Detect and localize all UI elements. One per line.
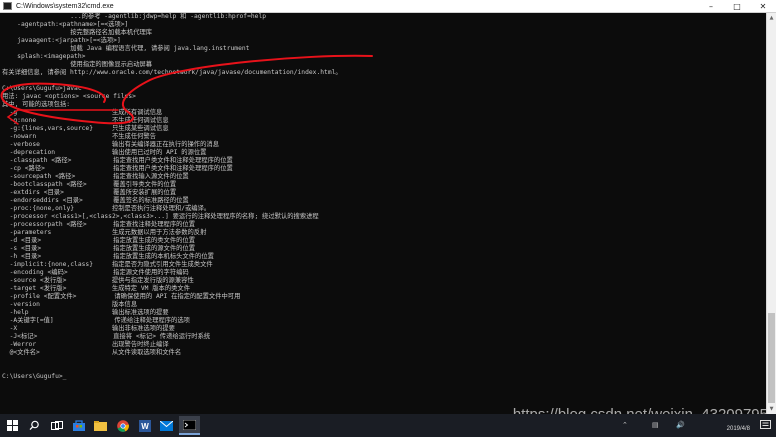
console-line: -A关键字[=值] 传递给注释处理程序的选项 <box>2 317 190 324</box>
window-title: C:\Windows\system32\cmd.exe <box>16 2 114 10</box>
taskbar: W ⌃ ▤ 🔊 2019/4/8 <box>0 414 776 437</box>
chrome-icon[interactable] <box>113 416 132 435</box>
console-line: -proc:{none,only} 控制是否执行注释处理和/或编译。 <box>2 205 211 212</box>
console-line: 按完整路径名加载本机代理库 <box>2 29 153 36</box>
console-line: -g 生成所有调试信息 <box>2 109 163 116</box>
console-line: -help 输出标准选项的提要 <box>2 309 169 316</box>
console-line: C:\Users\Gugufu>_ <box>2 373 67 380</box>
store-icon[interactable] <box>69 416 88 435</box>
close-button[interactable]: ✕ <box>750 0 776 12</box>
search-icon[interactable] <box>25 416 44 435</box>
minimize-icon: – <box>709 1 713 11</box>
maximize-button[interactable]: □ <box>724 0 750 12</box>
console-line: ...的参考 -agentlib:jdwp=help 和 -agentlib:h… <box>2 13 267 20</box>
console-line: -profile <配置文件> 请确保使用的 API 在指定的配置文件中可用 <box>2 293 241 300</box>
console-line: -agentpath:<pathname>[=<选项>] <box>2 21 129 28</box>
console-line: -sourcepath <路径> 指定查找输入源文件的位置 <box>2 173 189 180</box>
console-line: -source <发行版> 提供与指定发行版的源兼容性 <box>2 277 194 284</box>
close-icon: ✕ <box>759 1 767 11</box>
console-line: -g:{lines,vars,source} 只生成某些调试信息 <box>2 125 169 132</box>
console-line: C:\Users\Gugufu>javac <box>2 85 82 92</box>
console-line: -g:none 不生成任何调试信息 <box>2 117 169 124</box>
console-line: -cp <路径> 指定查找用户类文件和注释处理程序的位置 <box>2 165 233 172</box>
console-line: @<文件名> 从文件读取选项和文件名 <box>2 349 182 356</box>
task-view-icon[interactable] <box>47 416 66 435</box>
console-line: splash:<imagepath> <box>2 53 86 60</box>
window-titlebar[interactable]: C:\Windows\system32\cmd.exe – □ ✕ <box>0 0 776 13</box>
maximize-icon: □ <box>733 1 741 11</box>
console-line: -target <发行版> 生成特定 VM 版本的类文件 <box>2 285 191 292</box>
console-line: javaagent:<jarpath>[=<选项>] <box>2 37 121 44</box>
console-line: -classpath <路径> 指定查找用户类文件和注释处理程序的位置 <box>2 157 233 164</box>
console-line: 用法: javac <options> <source files> <box>2 93 136 100</box>
window-controls: – □ ✕ <box>698 0 776 12</box>
console-line: -extdirs <目录> 覆盖所安装扩展的位置 <box>2 189 177 196</box>
console-line: 有关详细信息, 请参阅 http://www.oracle.com/techne… <box>2 69 342 76</box>
console-line: -parameters 生成元数据以用于方法参数的反射 <box>2 229 207 236</box>
console-line: -h <目录> 指定放置生成的本机标头文件的位置 <box>2 253 214 260</box>
action-center-icon[interactable] <box>760 416 774 435</box>
console-line: -implicit:{none,class} 指定是否为隐式引用文件生成类文件 <box>2 261 213 268</box>
console-line: -nowarn 不生成任何警告 <box>2 133 157 140</box>
mail-icon[interactable] <box>157 416 176 435</box>
console-line: 其中, 可能的选项包括: <box>2 101 71 108</box>
console-line: -X 输出非标准选项的提要 <box>2 325 175 332</box>
console-line: -encoding <编码> 指定源文件使用的字符编码 <box>2 269 189 276</box>
cmd-icon[interactable] <box>179 416 200 435</box>
console-line: -d <目录> 指定放置生成的类文件的位置 <box>2 237 196 244</box>
console-line: -bootclasspath <路径> 覆盖引导类文件的位置 <box>2 181 177 188</box>
cmd-window-icon <box>3 2 12 10</box>
console-line: 加载 Java 编程语言代理, 请参阅 java.lang.instrument <box>2 45 250 52</box>
windows-start-icon[interactable] <box>3 416 22 435</box>
notification-chevron-icon[interactable]: ⌃ <box>622 421 628 429</box>
console-output[interactable]: ...的参考 -agentlib:jdwp=help 和 -agentlib:h… <box>0 13 766 414</box>
file-explorer-icon[interactable] <box>91 416 110 435</box>
console-line: -endorseddirs <目录> 覆盖签名的标准路径的位置 <box>2 197 189 204</box>
vertical-scrollbar[interactable]: ▲ ▼ <box>766 13 776 414</box>
console-line: -version 版本信息 <box>2 301 138 308</box>
word-icon[interactable]: W <box>135 416 154 435</box>
console-line: -verbose 输出有关编译器正在执行的操作的消息 <box>2 141 219 148</box>
console-line: -Werror 出现警告时终止编译 <box>2 341 169 348</box>
console-line: -s <目录> 指定放置生成的源文件的位置 <box>2 245 196 252</box>
console-line: -processor <class1>[,<class2>,<class3>..… <box>2 213 319 220</box>
console-line: 使用指定的图像显示启动屏幕 <box>2 61 153 68</box>
volume-icon[interactable]: 🔊 <box>676 421 685 429</box>
taskbar-clock[interactable]: 2019/4/8 <box>727 417 750 433</box>
console-line: -deprecation 输出使用已过时的 API 的源位置 <box>2 149 207 156</box>
svg-text:W: W <box>141 422 149 431</box>
console-line: -processorpath <路径> 指定查找注释处理程序的位置 <box>2 221 196 228</box>
scroll-down-icon[interactable]: ▼ <box>767 404 776 414</box>
clock-date: 2019/4/8 <box>726 426 750 432</box>
scroll-up-icon[interactable]: ▲ <box>767 13 776 23</box>
scrollbar-thumb[interactable] <box>768 313 775 403</box>
minimize-button[interactable]: – <box>698 0 724 12</box>
network-icon[interactable]: ▤ <box>652 421 659 429</box>
console-line: -J<标记> 直接将 <标记> 传递给运行时系统 <box>2 333 211 340</box>
